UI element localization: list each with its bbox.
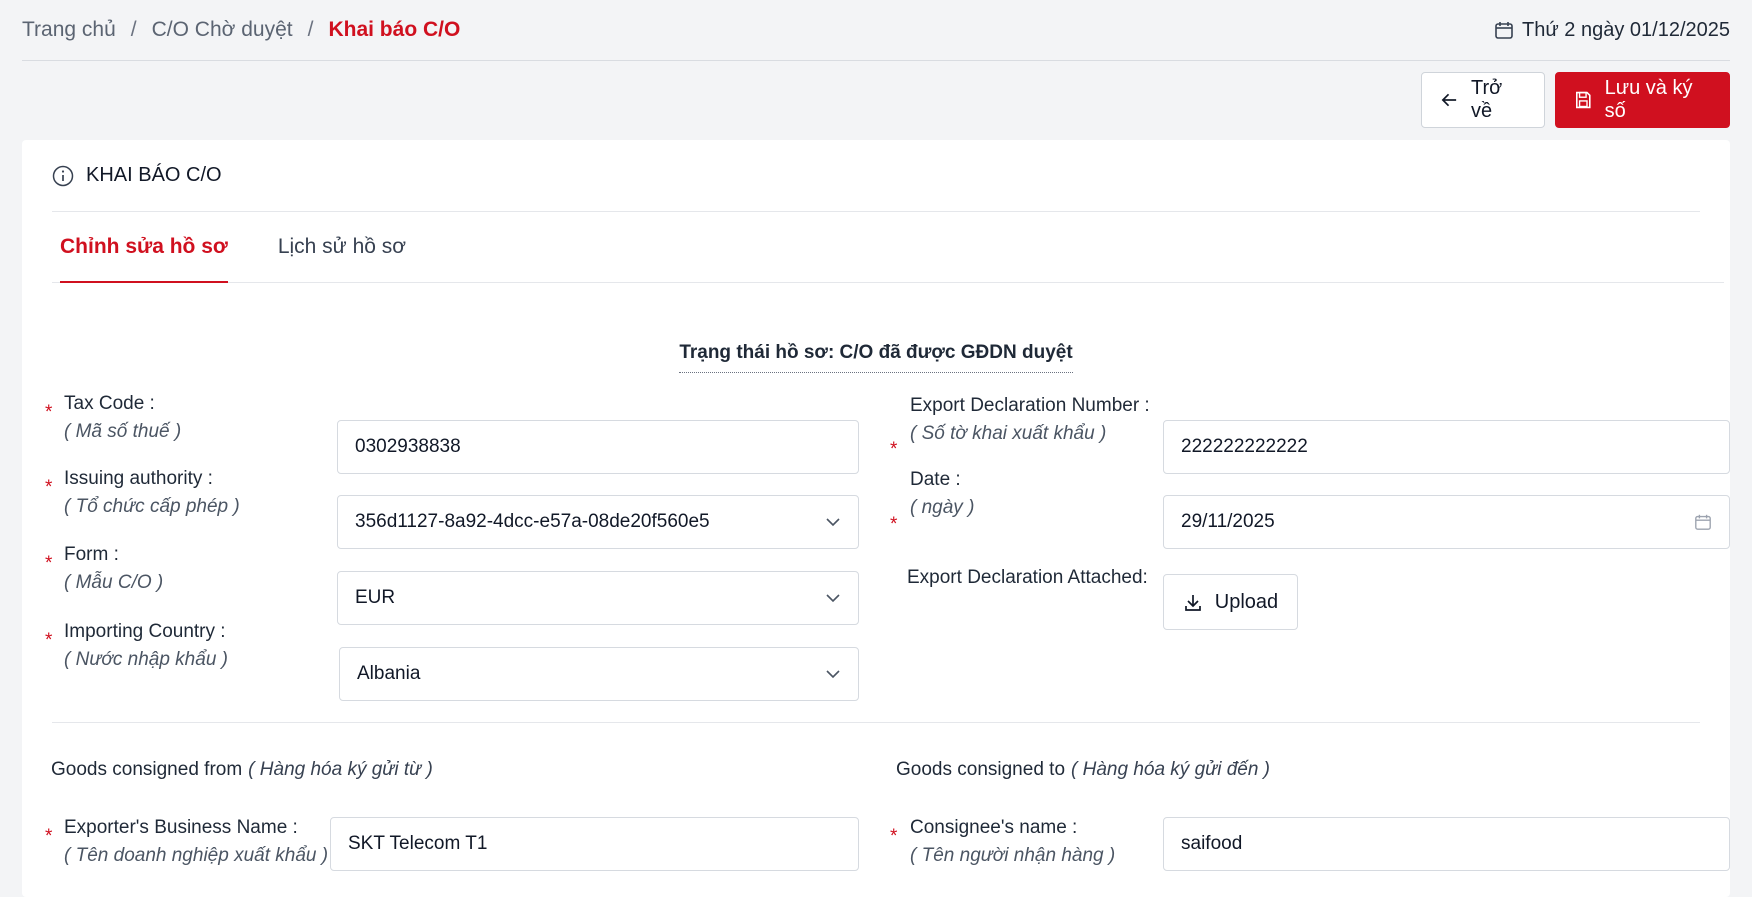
exporter-name-label-en: Exporter's Business Name : <box>64 817 298 838</box>
profile-status: Trạng thái hồ sơ: C/O đã được GĐDN duyệt <box>22 342 1730 373</box>
tax-code-value: 0302938838 <box>355 436 461 457</box>
form-label: Form : ( Mẫu C/O ) <box>64 541 163 597</box>
form-label-en: Form : <box>64 544 119 565</box>
consignee-name-label-vi: ( Tên người nhận hàng ) <box>910 845 1116 866</box>
breadcrumb-separator: / <box>307 18 314 41</box>
issuing-authority-label-vi: ( Tổ chức cấp phép ) <box>64 496 240 517</box>
chevron-down-icon <box>826 670 840 679</box>
goods-consigned-from-en: Goods consigned from <box>51 759 243 780</box>
upload-button[interactable]: Upload <box>1163 574 1298 630</box>
card-title: KHAI BÁO C/O <box>86 164 222 186</box>
arrow-left-icon <box>1441 93 1457 107</box>
required-mark: * <box>890 439 898 460</box>
tab-profile-history[interactable]: Lịch sử hồ sơ <box>278 212 406 282</box>
save-sign-button-label: Lưu và ký số <box>1604 77 1693 122</box>
goods-consigned-from-vi: ( Hàng hóa ký gửi từ ) <box>248 759 433 780</box>
form-select[interactable]: EUR <box>337 571 859 625</box>
export-declaration-number-label-en: Export Declaration Number : <box>910 395 1150 416</box>
form-value: EUR <box>355 587 396 608</box>
consignee-name-input[interactable]: saifood <box>1163 817 1730 871</box>
tax-code-label: Tax Code : ( Mã số thuế ) <box>64 390 181 446</box>
required-mark: * <box>45 553 53 574</box>
tab-edit-profile[interactable]: Chỉnh sửa hồ sơ <box>60 212 228 283</box>
importing-country-label: Importing Country : ( Nước nhập khẩu ) <box>64 618 228 674</box>
date-value: 29/11/2025 <box>1181 511 1275 532</box>
importing-country-select[interactable]: Albania <box>339 647 859 701</box>
exporter-name-label: Exporter's Business Name : ( Tên doanh n… <box>64 814 328 870</box>
importing-country-label-vi: ( Nước nhập khẩu ) <box>64 649 228 670</box>
goods-consigned-from-title: Goods consigned from( Hàng hóa ký gửi từ… <box>51 759 433 781</box>
goods-consigned-to-title: Goods consigned to( Hàng hóa ký gửi đến … <box>896 759 1270 781</box>
tab-bar: Chỉnh sửa hồ sơ Lịch sử hồ sơ <box>52 212 1724 283</box>
co-form-card: KHAI BÁO C/O Chỉnh sửa hồ sơ Lịch sử hồ … <box>22 140 1730 897</box>
importing-country-value: Albania <box>357 663 421 684</box>
card-header: KHAI BÁO C/O <box>52 140 1700 212</box>
calendar-icon[interactable] <box>1694 513 1712 531</box>
exporter-name-input[interactable]: SKT Telecom T1 <box>330 817 859 871</box>
consignee-name-label: Consignee's name : ( Tên người nhận hàng… <box>910 814 1115 870</box>
exporter-name-label-vi: ( Tên doanh nghiệp xuất khẩu ) <box>64 845 329 866</box>
back-button-label: Trở về <box>1470 77 1503 122</box>
issuing-authority-label: Issuing authority : ( Tổ chức cấp phép ) <box>64 465 240 521</box>
date-text: Thứ 2 ngày 01/12/2025 <box>1522 18 1730 41</box>
calendar-icon <box>1495 22 1513 39</box>
consignee-name-label-en: Consignee's name : <box>910 817 1078 838</box>
upload-button-label: Upload <box>1214 590 1279 613</box>
importing-country-label-en: Importing Country : <box>64 621 226 642</box>
exporter-name-value: SKT Telecom T1 <box>348 833 488 854</box>
download-icon <box>1184 595 1201 611</box>
info-icon <box>52 165 74 186</box>
export-declaration-number-input[interactable]: 222222222222 <box>1163 420 1730 474</box>
required-mark: * <box>890 826 898 847</box>
goods-consigned-to-vi: ( Hàng hóa ký gửi đến ) <box>1071 759 1270 780</box>
required-mark: * <box>890 514 898 535</box>
date-label: Date : ( ngày ) <box>910 466 974 522</box>
tax-code-label-en: Tax Code : <box>64 393 155 414</box>
action-bar: Trở về Lưu và ký số <box>1421 72 1730 128</box>
current-date: Thứ 2 ngày 01/12/2025 <box>1494 19 1730 42</box>
issuing-authority-value: 356d1127-8a92-4dcc-e57a-08de20f560e5 <box>355 511 710 532</box>
tax-code-label-vi: ( Mã số thuế ) <box>64 421 182 442</box>
required-mark: * <box>45 477 53 498</box>
date-label-en: Date : <box>910 469 961 490</box>
breadcrumb: Trang chủ / C/O Chờ duyệt / Khai báo C/O <box>22 18 460 42</box>
export-declaration-number-value: 222222222222 <box>1181 436 1308 457</box>
required-mark: * <box>45 402 53 423</box>
breadcrumb-separator: / <box>130 18 137 41</box>
tax-code-input[interactable]: 0302938838 <box>337 420 859 474</box>
breadcrumb-home[interactable]: Trang chủ <box>22 18 116 42</box>
back-button[interactable]: Trở về <box>1421 72 1545 128</box>
issuing-authority-select[interactable]: 356d1127-8a92-4dcc-e57a-08de20f560e5 <box>337 495 859 549</box>
export-declaration-number-label: Export Declaration Number : ( Số tờ khai… <box>910 392 1150 448</box>
save-icon <box>1575 91 1591 109</box>
section-divider <box>52 722 1700 723</box>
export-declaration-attached-label: Export Declaration Attached: <box>907 567 1148 588</box>
consignee-name-value: saifood <box>1181 833 1243 854</box>
goods-consigned-to-en: Goods consigned to <box>896 759 1066 780</box>
breadcrumb-current: Khai báo C/O <box>328 18 461 41</box>
required-mark: * <box>45 630 53 651</box>
profile-status-text: Trạng thái hồ sơ: C/O đã được GĐDN duyệt <box>679 342 1073 373</box>
export-declaration-number-label-vi: ( Số tờ khai xuất khẩu ) <box>910 423 1107 444</box>
chevron-down-icon <box>826 518 840 527</box>
date-picker-input[interactable]: 29/11/2025 <box>1163 495 1730 549</box>
save-sign-button[interactable]: Lưu và ký số <box>1555 72 1730 128</box>
issuing-authority-label-en: Issuing authority : <box>64 468 213 489</box>
breadcrumb-pending[interactable]: C/O Chờ duyệt <box>152 18 293 42</box>
date-label-vi: ( ngày ) <box>910 497 975 518</box>
form-label-vi: ( Mẫu C/O ) <box>64 572 164 593</box>
top-bar: Trang chủ / C/O Chờ duyệt / Khai báo C/O… <box>22 0 1730 61</box>
required-mark: * <box>45 826 53 847</box>
chevron-down-icon <box>826 594 840 603</box>
